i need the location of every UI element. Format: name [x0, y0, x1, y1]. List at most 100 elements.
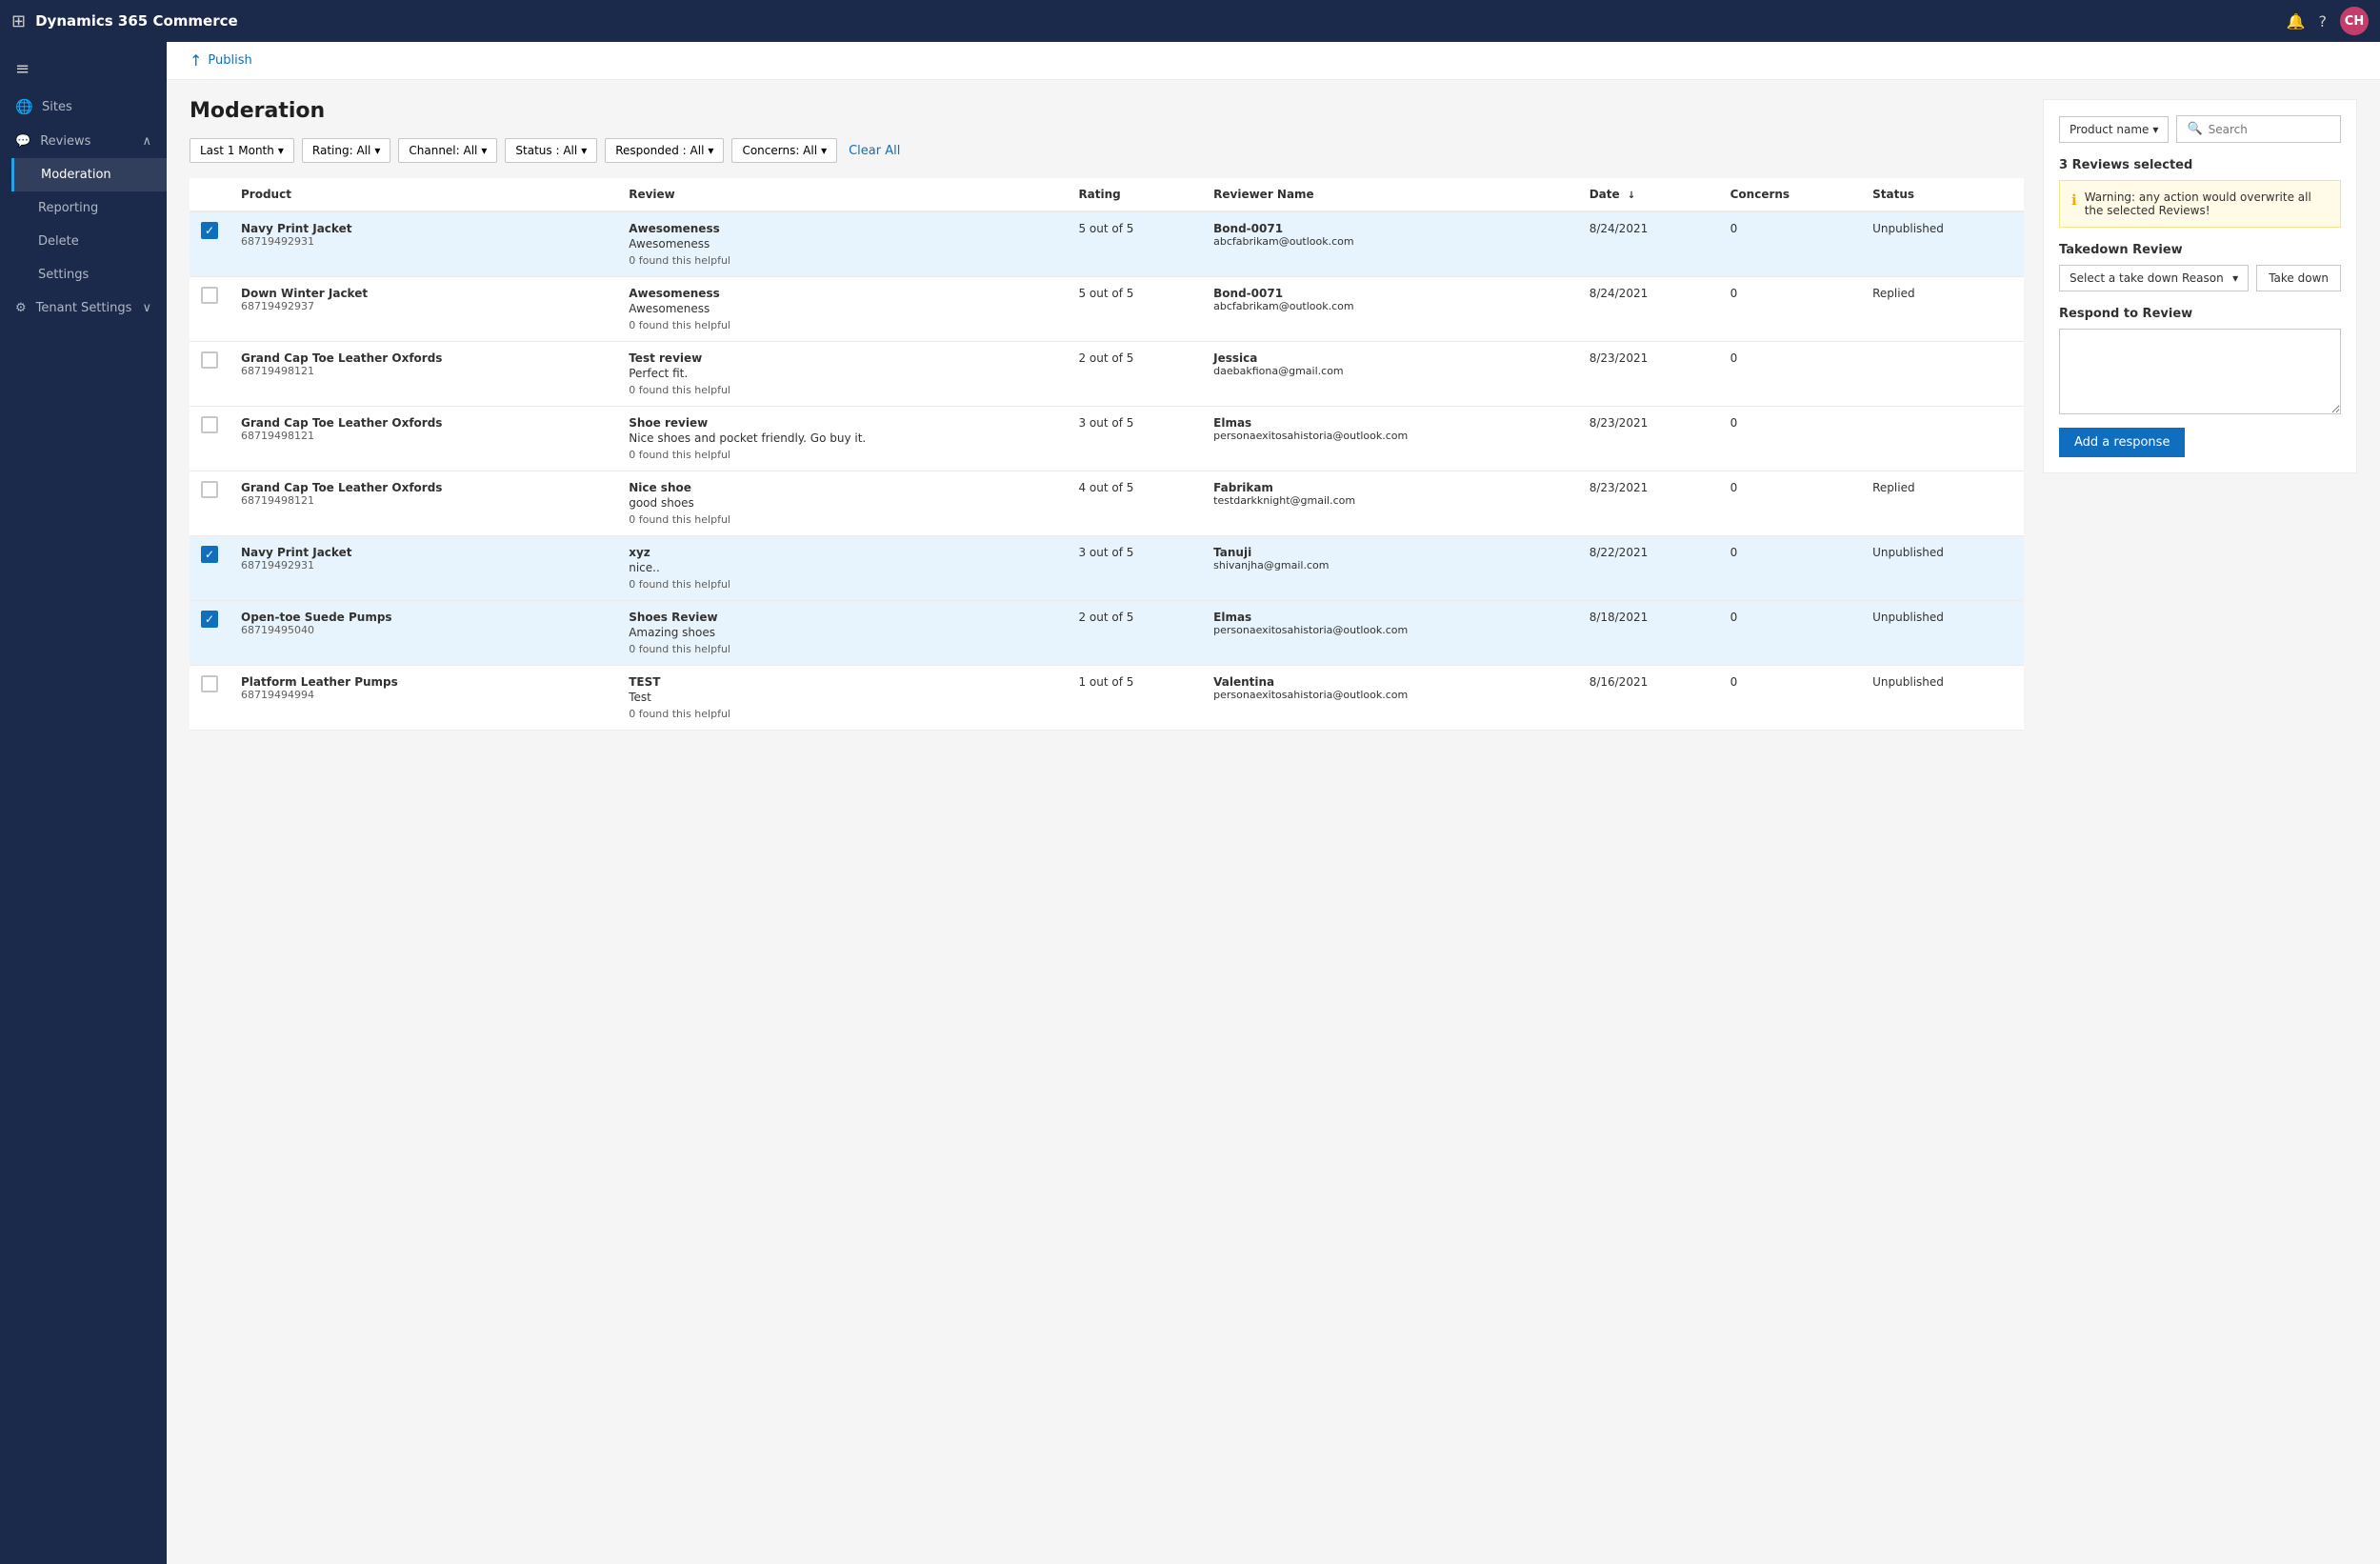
add-response-button[interactable]: Add a response: [2059, 428, 2185, 457]
row-checkbox[interactable]: [201, 351, 218, 369]
helpful-text: 0 found this helpful: [629, 513, 1055, 526]
row-reviewer: Tanuji shivanjha@gmail.com: [1202, 536, 1578, 601]
row-checkbox-cell: ✓: [190, 211, 230, 277]
sidebar-item-tenant-settings[interactable]: ⚙ Tenant Settings ∨: [0, 291, 167, 325]
sidebar-item-settings-label: Settings: [38, 268, 89, 282]
row-product: Down Winter Jacket 68719492937: [230, 277, 617, 342]
col-checkbox: [190, 178, 230, 211]
filter-date-label: Last 1 Month: [200, 144, 274, 157]
row-status: Unpublished: [1861, 601, 2024, 666]
filter-concerns[interactable]: Concerns: All ▾: [731, 138, 837, 163]
row-checkbox[interactable]: ✓: [201, 546, 218, 563]
product-name-chevron: ▾: [2152, 123, 2158, 136]
row-checkbox-cell: [190, 666, 230, 731]
sidebar-item-settings[interactable]: Settings: [11, 258, 167, 291]
row-date: 8/23/2021: [1578, 471, 1719, 536]
col-concerns: Concerns: [1719, 178, 1862, 211]
row-product: Platform Leather Pumps 68719494994: [230, 666, 617, 731]
user-avatar[interactable]: CH: [2340, 7, 2369, 35]
take-down-button[interactable]: Take down: [2256, 265, 2341, 291]
notification-icon[interactable]: 🔔: [2287, 12, 2306, 30]
sidebar-item-sites[interactable]: 🌐 Sites: [0, 89, 167, 125]
helpful-text: 0 found this helpful: [629, 578, 1055, 591]
row-review: TEST Test 0 found this helpful: [617, 666, 1067, 731]
filter-responded[interactable]: Responded : All ▾: [605, 138, 724, 163]
row-rating: 3 out of 5: [1067, 407, 1202, 471]
reviewer-name-text: Elmas: [1213, 416, 1567, 430]
sidebar-item-reviews[interactable]: 💬 Reviews ∧: [0, 125, 167, 158]
filter-rating[interactable]: Rating: All ▾: [302, 138, 390, 163]
filter-status-label: Status : All: [515, 144, 577, 157]
row-checkbox[interactable]: ✓: [201, 222, 218, 239]
product-id-text: 68719495040: [241, 624, 606, 636]
product-id-text: 68719498121: [241, 365, 606, 377]
product-id-text: 68719498121: [241, 494, 606, 507]
status-badge: Replied: [1872, 481, 1914, 494]
row-product: Grand Cap Toe Leather Oxfords 6871949812…: [230, 342, 617, 407]
takedown-placeholder: Select a take down Reason: [2070, 271, 2224, 285]
row-rating: 4 out of 5: [1067, 471, 1202, 536]
product-name-dropdown[interactable]: Product name ▾: [2059, 116, 2169, 143]
sidebar-item-delete[interactable]: Delete: [11, 225, 167, 258]
row-checkbox[interactable]: ✓: [201, 611, 218, 628]
status-badge: Unpublished: [1872, 611, 1944, 624]
row-review: Test review Perfect fit. 0 found this he…: [617, 342, 1067, 407]
info-icon: ℹ: [2071, 191, 2077, 209]
app-grid-icon[interactable]: ⊞: [11, 11, 26, 31]
filter-channel[interactable]: Channel: All ▾: [398, 138, 497, 163]
filter-responded-chevron: ▾: [708, 144, 713, 157]
product-name-label: Product name: [2070, 123, 2149, 136]
sidebar-menu-button[interactable]: ≡: [0, 50, 167, 89]
left-panel: Moderation Last 1 Month ▾ Rating: All ▾ …: [190, 99, 2024, 1545]
row-checkbox[interactable]: [201, 287, 218, 304]
row-reviewer: Valentina personaexitosahistoria@outlook…: [1202, 666, 1578, 731]
top-navigation: ⊞ Dynamics 365 Commerce 🔔 ? CH: [0, 0, 2380, 42]
col-review: Review: [617, 178, 1067, 211]
reviewer-email-text: abcfabrikam@outlook.com: [1213, 300, 1567, 312]
product-id-text: 68719494994: [241, 689, 606, 701]
row-checkbox[interactable]: [201, 416, 218, 433]
sidebar-item-sites-label: Sites: [42, 100, 72, 114]
takedown-section-label: Takedown Review: [2059, 243, 2341, 257]
sidebar-item-delete-label: Delete: [38, 234, 79, 249]
product-name-text: Navy Print Jacket: [241, 546, 606, 559]
search-input[interactable]: [2209, 123, 2330, 136]
respond-textarea[interactable]: [2059, 329, 2341, 414]
filter-date[interactable]: Last 1 Month ▾: [190, 138, 294, 163]
row-checkbox[interactable]: [201, 675, 218, 692]
row-concerns: 0: [1719, 342, 1862, 407]
help-icon[interactable]: ?: [2319, 12, 2328, 30]
filter-channel-chevron: ▾: [481, 144, 487, 157]
col-date[interactable]: Date ↓: [1578, 178, 1719, 211]
reviewer-email-text: shivanjha@gmail.com: [1213, 559, 1567, 571]
filter-status[interactable]: Status : All ▾: [505, 138, 597, 163]
table-row: ✓ Navy Print Jacket 68719492931 xyz nice…: [190, 536, 2024, 601]
row-checkbox[interactable]: [201, 481, 218, 498]
publish-button[interactable]: ↑ Publish: [190, 51, 252, 70]
topnav-icons-group: 🔔 ? CH: [2287, 7, 2369, 35]
takedown-reason-dropdown[interactable]: Select a take down Reason ▾: [2059, 265, 2249, 291]
table-row: Down Winter Jacket 68719492937 Awesomene…: [190, 277, 2024, 342]
row-date: 8/23/2021: [1578, 407, 1719, 471]
product-name-text: Open-toe Suede Pumps: [241, 611, 606, 624]
product-id-text: 68719492931: [241, 235, 606, 248]
takedown-row: Select a take down Reason ▾ Take down: [2059, 265, 2341, 291]
row-status: Replied: [1861, 277, 2024, 342]
row-concerns: 0: [1719, 666, 1862, 731]
row-reviewer: Fabrikam testdarkknight@gmail.com: [1202, 471, 1578, 536]
sidebar-item-reporting[interactable]: Reporting: [11, 191, 167, 225]
helpful-text: 0 found this helpful: [629, 319, 1055, 331]
status-badge: Unpublished: [1872, 675, 1944, 689]
sidebar-item-tenant-label: Tenant Settings: [36, 301, 132, 315]
review-title-text: Awesomeness: [629, 287, 1055, 300]
review-title-text: Shoes Review: [629, 611, 1055, 624]
review-title-text: Nice shoe: [629, 481, 1055, 494]
filter-status-chevron: ▾: [581, 144, 587, 157]
sidebar-item-moderation[interactable]: Moderation: [11, 158, 167, 191]
table-row: Grand Cap Toe Leather Oxfords 6871949812…: [190, 471, 2024, 536]
row-checkbox-cell: [190, 471, 230, 536]
filters-bar: Last 1 Month ▾ Rating: All ▾ Channel: Al…: [190, 138, 2024, 163]
reviewer-email-text: daebakfiona@gmail.com: [1213, 365, 1567, 377]
row-date: 8/24/2021: [1578, 277, 1719, 342]
clear-all-button[interactable]: Clear All: [849, 144, 900, 158]
